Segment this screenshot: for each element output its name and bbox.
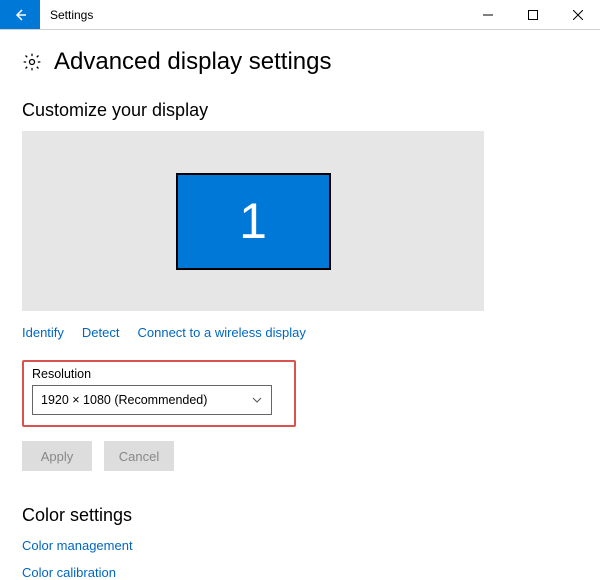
content: Advanced display settings Customize your… <box>0 30 600 580</box>
display-preview-area: 1 <box>22 131 484 311</box>
titlebar-spacer <box>103 0 465 29</box>
page-header: Advanced display settings <box>22 48 578 76</box>
display-action-links: Identify Detect Connect to a wireless di… <box>22 325 578 340</box>
apply-button[interactable]: Apply <box>22 441 92 471</box>
arrow-left-icon <box>12 7 28 23</box>
connect-wireless-link[interactable]: Connect to a wireless display <box>138 325 306 340</box>
maximize-button[interactable] <box>510 0 555 29</box>
window-title: Settings <box>40 0 103 29</box>
titlebar: Settings <box>0 0 600 30</box>
gear-icon <box>22 52 42 72</box>
resolution-label: Resolution <box>32 367 286 381</box>
chevron-down-icon <box>251 394 263 406</box>
apply-button-row: Apply Cancel <box>22 441 578 471</box>
color-calibration-link[interactable]: Color calibration <box>22 565 578 580</box>
monitor-tile[interactable]: 1 <box>176 173 331 270</box>
resolution-dropdown[interactable]: 1920 × 1080 (Recommended) <box>32 385 272 415</box>
close-button[interactable] <box>555 0 600 29</box>
resolution-highlight: Resolution 1920 × 1080 (Recommended) <box>22 360 296 427</box>
minimize-button[interactable] <box>465 0 510 29</box>
minimize-icon <box>483 10 493 20</box>
close-icon <box>573 10 583 20</box>
customize-heading: Customize your display <box>22 100 578 121</box>
detect-link[interactable]: Detect <box>82 325 120 340</box>
identify-link[interactable]: Identify <box>22 325 64 340</box>
cancel-button[interactable]: Cancel <box>104 441 174 471</box>
color-management-link[interactable]: Color management <box>22 538 578 553</box>
color-settings-heading: Color settings <box>22 505 578 526</box>
monitor-number: 1 <box>239 192 267 250</box>
resolution-selected-value: 1920 × 1080 (Recommended) <box>41 393 207 407</box>
maximize-icon <box>528 10 538 20</box>
page-title: Advanced display settings <box>54 48 332 76</box>
back-button[interactable] <box>0 0 40 29</box>
